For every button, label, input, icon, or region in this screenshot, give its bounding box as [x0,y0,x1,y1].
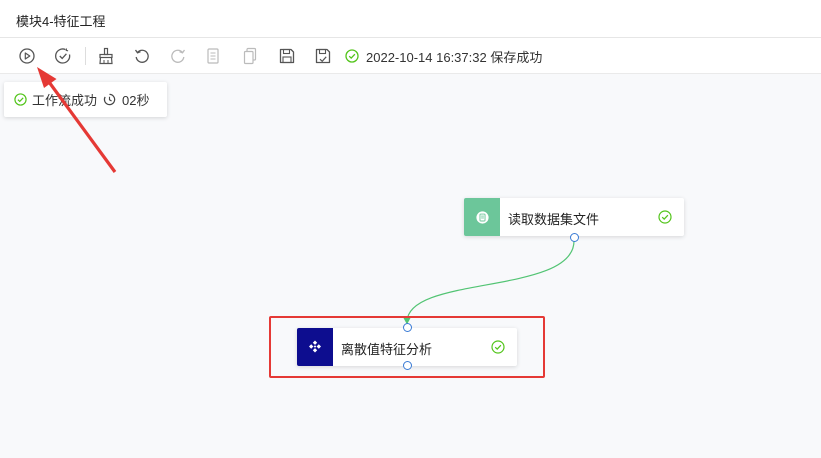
dataset-icon [475,210,489,224]
undo-icon [134,49,149,63]
success-check-icon [658,210,672,224]
save-as-icon [315,48,331,64]
run-button[interactable] [17,46,37,66]
run-status-text: 工作流成功 [32,93,98,108]
copy-icon [207,48,219,64]
timer-icon [103,93,116,106]
node-label: 读取数据集文件 [508,212,600,227]
clear-brush-icon [99,47,113,65]
validate-icon [55,48,71,64]
paste-icon [243,47,257,65]
node-output-port[interactable] [569,232,579,242]
run-icon [19,48,35,64]
title-bar: 模块4-特征工程 [0,0,821,38]
workflow-title: 模块4-特征工程 [16,14,106,29]
node-read-dataset[interactable]: 读取数据集文件 [464,198,684,236]
save-icon [279,48,295,64]
redo-button[interactable] [168,46,188,66]
success-check-icon [14,93,27,106]
redo-icon [171,49,186,63]
success-check-icon [345,49,359,63]
annotation-highlight-box [269,316,545,378]
paste-button[interactable] [240,46,260,66]
toolbar: 2022-10-14 16:37:32 保存成功 [0,38,821,74]
copy-button[interactable] [203,46,223,66]
toolbar-separator [85,47,86,65]
undo-button[interactable] [132,46,152,66]
save-button[interactable] [277,46,297,66]
workflow-edge[interactable] [406,240,575,323]
save-as-button[interactable] [313,46,333,66]
clear-button[interactable] [96,46,116,66]
save-timestamp: 2022-10-14 16:37:32 保存成功 [366,49,543,65]
node-icon-bg [464,198,500,236]
validate-button[interactable] [53,46,73,66]
run-duration: 02秒 [122,93,150,108]
run-status-panel: 工作流成功 02秒 [4,82,167,117]
save-status: 2022-10-14 16:37:32 保存成功 [345,47,542,65]
